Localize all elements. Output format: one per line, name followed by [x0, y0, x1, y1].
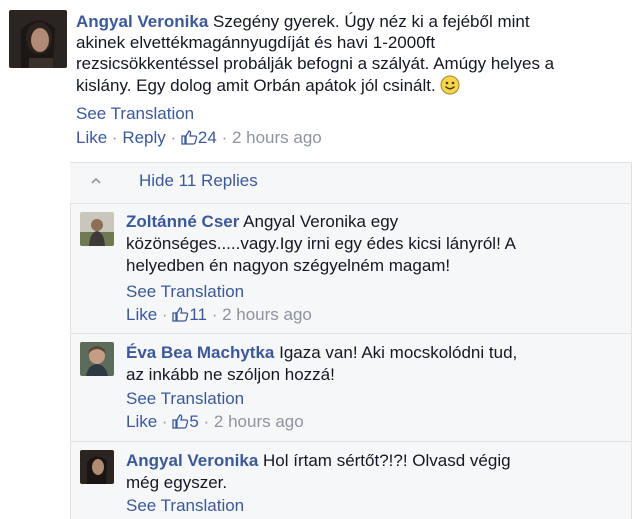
- reply-text-line: az inkább ne szóljon hozzá!: [126, 365, 335, 384]
- avatar[interactable]: [80, 450, 114, 484]
- timestamp[interactable]: 2 hours ago: [232, 128, 322, 147]
- thumbs-up-icon[interactable]: [172, 307, 189, 322]
- avatar[interactable]: [80, 212, 114, 246]
- see-translation-link[interactable]: See Translation: [126, 388, 244, 409]
- chevron-up-icon[interactable]: [90, 172, 102, 184]
- reply-author[interactable]: Zoltánné Cser: [126, 212, 239, 231]
- reply-divider: [70, 441, 632, 442]
- comment-line-1: Angyal Veronika Szegény gyerek. Úgy néz …: [76, 11, 530, 32]
- reply-text-line: Angyal Veronika egy: [243, 212, 399, 231]
- like-count[interactable]: 5: [189, 412, 198, 431]
- reply-author[interactable]: Éva Bea Machytka: [126, 343, 274, 362]
- thumbs-up-icon[interactable]: [172, 414, 189, 429]
- like-link[interactable]: Like: [76, 128, 107, 147]
- timestamp[interactable]: 2 hours ago: [222, 305, 312, 324]
- reply-text-line: még egyszer.: [126, 473, 228, 492]
- thumbs-up-icon[interactable]: [181, 130, 198, 145]
- comment-text-line: rezsicsökkentéssel probálják befogni a s…: [76, 54, 555, 73]
- timestamp[interactable]: 2 hours ago: [214, 412, 304, 431]
- profile-photo-icon: [9, 10, 67, 68]
- reply-link[interactable]: Reply: [122, 128, 165, 147]
- reply-text-line: helyedben én nagyon szégyelném magam!: [126, 256, 451, 275]
- like-link[interactable]: Like: [126, 412, 157, 431]
- reply-text-line: Igaza van! Aki mocskolódni tud,: [279, 343, 518, 362]
- reply-divider: [70, 333, 632, 334]
- reply-author[interactable]: Angyal Veronika: [126, 451, 258, 470]
- like-count[interactable]: 24: [198, 128, 217, 147]
- reply-line-1: Éva Bea Machytka Igaza van! Aki mocskoló…: [126, 342, 517, 363]
- comment-text-line: kislány. Egy dolog amit Orbán apátok jól…: [76, 76, 436, 95]
- reply-text-line: Hol írtam sértőt?!?! Olvasd végig: [263, 451, 511, 470]
- comment-author[interactable]: Angyal Veronika: [76, 12, 208, 31]
- see-translation-link[interactable]: See Translation: [126, 281, 244, 302]
- like-link[interactable]: Like: [126, 305, 157, 324]
- reply-text-line: közönséges.....vagy.Igy irni egy édes ki…: [126, 234, 516, 253]
- reply-line-1: Zoltánné Cser Angyal Veronika egy: [126, 211, 398, 232]
- comment-text-line: Szegény gyerek. Úgy néz ki a fejéből min…: [213, 12, 530, 31]
- hide-replies-link[interactable]: Hide 11 Replies: [139, 170, 258, 191]
- profile-photo-icon: [80, 212, 114, 246]
- reply-line-1: Angyal Veronika Hol írtam sértőt?!?! Olv…: [126, 450, 511, 471]
- comment-actions: Like · Reply · 24 · 2 hours ago: [76, 128, 322, 147]
- comment-text-line: akinek elvettékmagánnyugdíját és havi 1-…: [76, 33, 436, 52]
- avatar[interactable]: [80, 342, 114, 376]
- reply-actions: Like · 11 · 2 hours ago: [126, 305, 312, 324]
- reply-actions: Like · 5 · 2 hours ago: [126, 412, 304, 431]
- smiley-emoji-icon: [440, 75, 460, 95]
- profile-photo-icon: [80, 342, 114, 376]
- see-translation-link[interactable]: See Translation: [126, 495, 244, 516]
- profile-photo-icon: [80, 450, 114, 484]
- comment-line-4: kislány. Egy dolog amit Orbán apátok jól…: [76, 75, 460, 96]
- see-translation-link[interactable]: See Translation: [76, 103, 194, 124]
- like-count[interactable]: 11: [189, 305, 207, 324]
- avatar[interactable]: [9, 10, 67, 68]
